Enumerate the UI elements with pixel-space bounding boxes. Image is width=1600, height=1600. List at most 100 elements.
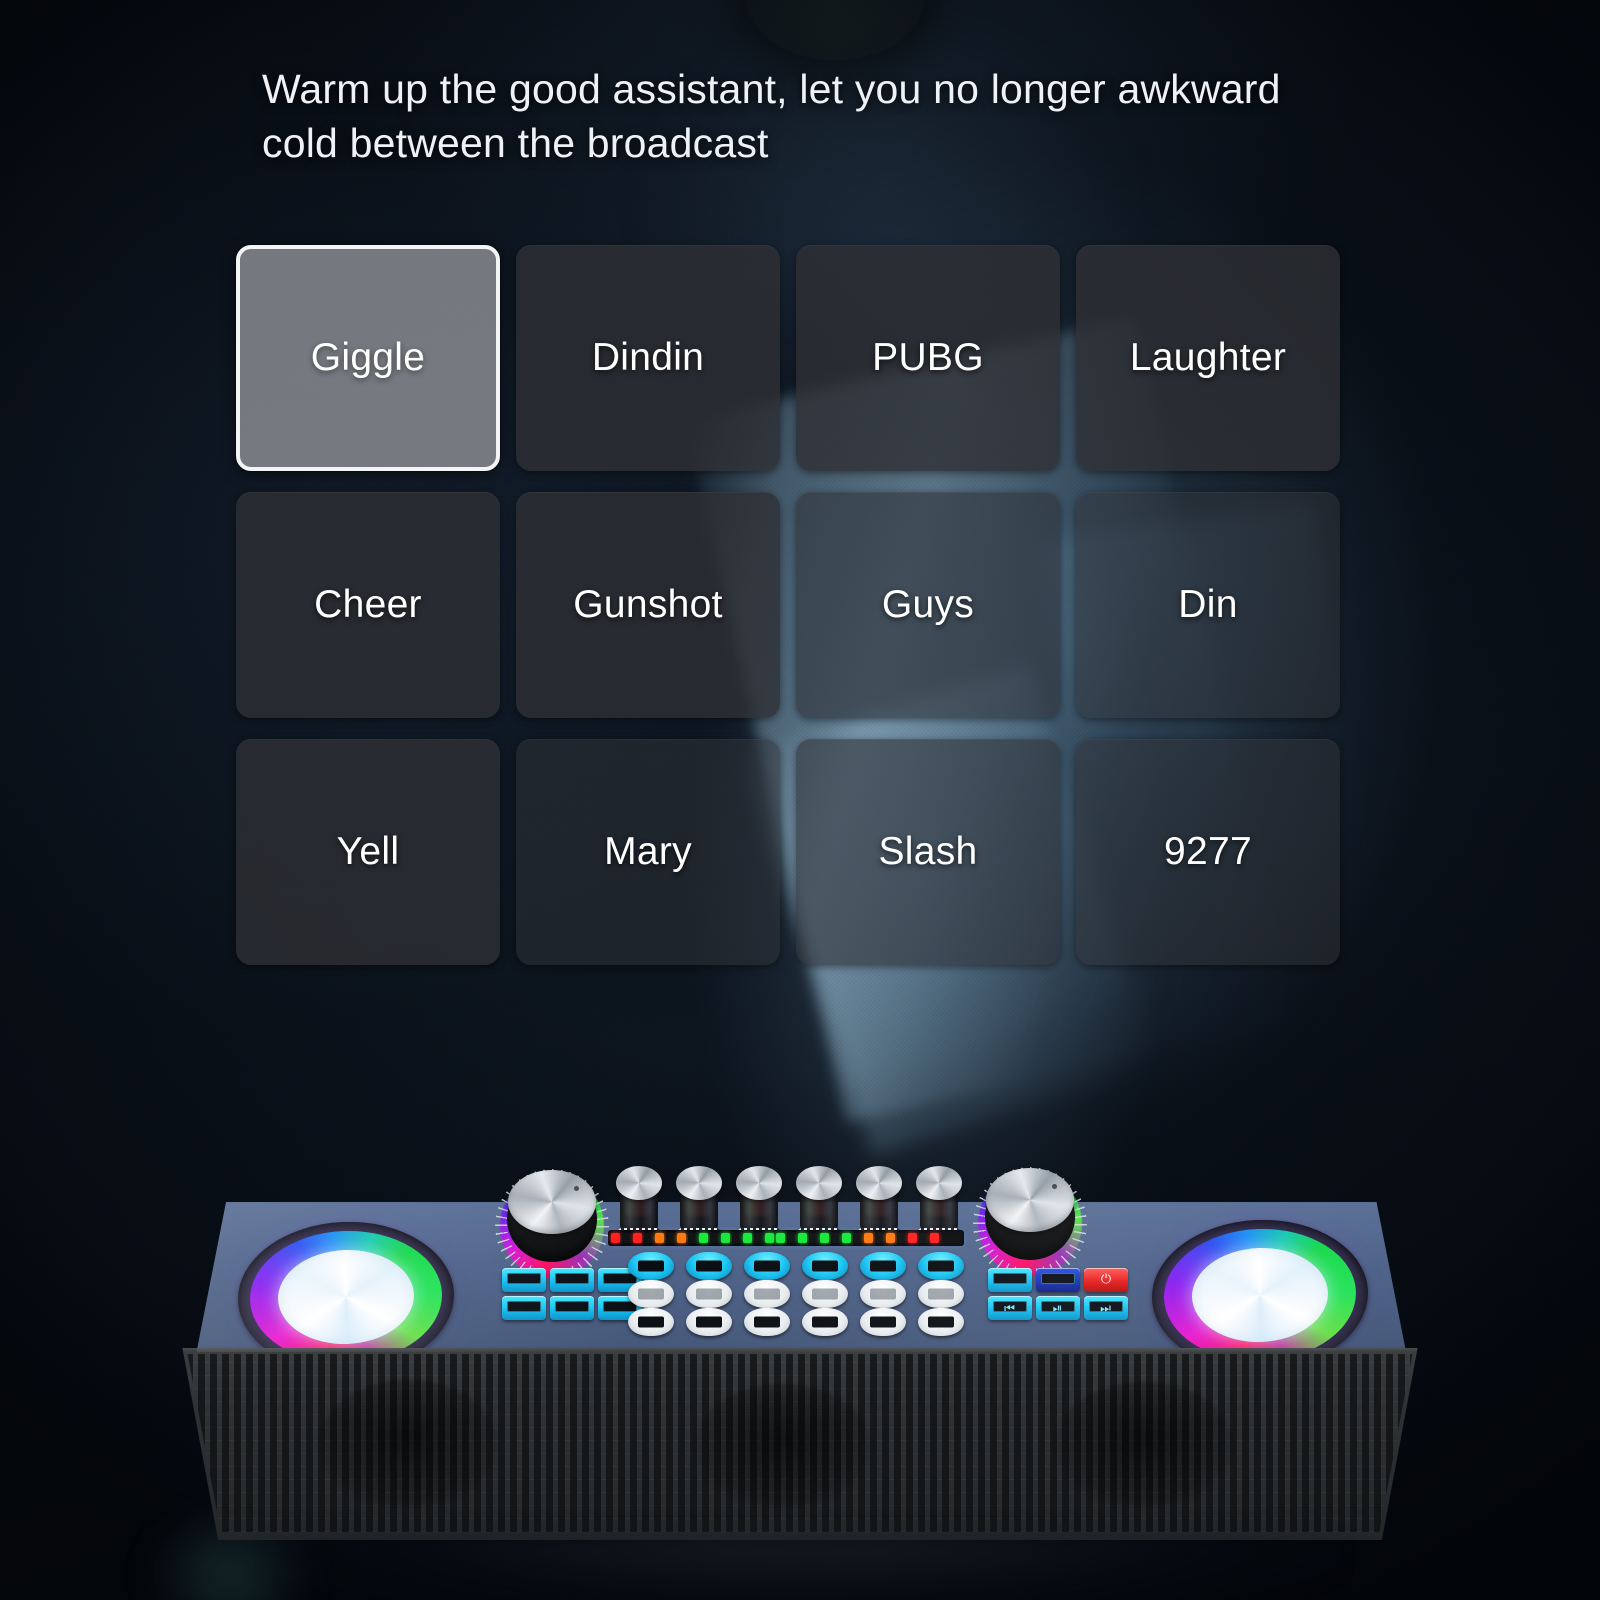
round-sound-button-r3-c5[interactable] <box>860 1308 906 1336</box>
led-segment <box>644 1233 653 1243</box>
sound-pad-laughter[interactable]: Laughter <box>1076 245 1340 471</box>
grille-cone-right <box>1055 1382 1233 1508</box>
sound-pad-mary[interactable]: Mary <box>516 739 780 965</box>
round-button-label <box>754 1316 780 1328</box>
effect-button-4[interactable] <box>502 1296 546 1320</box>
round-sound-button-r1-c6[interactable] <box>918 1252 964 1280</box>
mode-button[interactable] <box>988 1268 1032 1292</box>
prev-track-icon: ⏮ <box>1004 1300 1016 1315</box>
round-button-label <box>870 1288 896 1300</box>
volume-knob-right[interactable] <box>973 1167 1087 1281</box>
sound-pad-grid: Giggle Dindin PUBG Laughter Cheer Gunshot Guys… <box>236 245 1340 965</box>
led-segment <box>875 1233 884 1243</box>
sound-effect-round-buttons <box>628 1252 970 1336</box>
led-segment <box>677 1233 686 1243</box>
round-sound-button-r3-c4[interactable] <box>802 1308 848 1336</box>
round-button-label <box>928 1260 954 1272</box>
led-segment <box>930 1233 939 1243</box>
sound-pad-label: Yell <box>336 830 400 873</box>
eq-knob-cap <box>676 1166 722 1200</box>
eq-knob-4[interactable] <box>796 1166 842 1242</box>
round-button-label <box>812 1288 838 1300</box>
knob-cap-left <box>508 1170 596 1234</box>
round-sound-button-r1-c5[interactable] <box>860 1252 906 1280</box>
eq-knob-cap <box>916 1166 962 1200</box>
sound-pad-pubg[interactable]: PUBG <box>796 245 1060 471</box>
round-button-label <box>754 1288 780 1300</box>
round-sound-button-r3-c3[interactable] <box>744 1308 790 1336</box>
eq-knob-cap <box>796 1166 842 1200</box>
led-segment <box>798 1233 807 1243</box>
round-sound-button-r2-c1[interactable] <box>628 1280 674 1308</box>
sound-pad-slash[interactable]: Slash <box>796 739 1060 965</box>
led-level-meter <box>608 1230 964 1246</box>
eq-knob-1[interactable] <box>616 1166 662 1242</box>
round-sound-button-r1-c4[interactable] <box>802 1252 848 1280</box>
round-button-label <box>812 1316 838 1328</box>
power-button[interactable] <box>1084 1268 1128 1292</box>
led-segment <box>633 1233 642 1243</box>
led-segment <box>611 1233 620 1243</box>
sound-pad-label: Cheer <box>314 583 422 626</box>
led-segment <box>743 1233 752 1243</box>
round-sound-button-r2-c6[interactable] <box>918 1280 964 1308</box>
round-sound-button-r2-c5[interactable] <box>860 1280 906 1308</box>
knob-indicator-dot-right <box>1052 1184 1057 1189</box>
sound-pad-gunshot[interactable]: Gunshot <box>516 492 780 718</box>
effect-button-2[interactable] <box>550 1268 594 1292</box>
bluetooth-button[interactable] <box>1036 1268 1080 1292</box>
sound-pad-guys[interactable]: Guys <box>796 492 1060 718</box>
sound-pad-label: Din <box>1178 583 1238 626</box>
led-segment <box>853 1233 862 1243</box>
round-sound-button-r3-c1[interactable] <box>628 1308 674 1336</box>
effect-button-5[interactable] <box>550 1296 594 1320</box>
led-segment <box>776 1233 785 1243</box>
effect-button-1[interactable] <box>502 1268 546 1292</box>
led-segment <box>666 1233 675 1243</box>
live-sound-card-device: ⏮ ⏯ ⏭ <box>140 1166 1450 1600</box>
eq-knob-5[interactable] <box>856 1166 902 1242</box>
prev-track-button[interactable]: ⏮ <box>988 1296 1032 1320</box>
sound-pad-label: Dindin <box>591 336 705 379</box>
eq-knob-cap <box>616 1166 662 1200</box>
sound-pad-giggle[interactable]: Giggle <box>236 245 500 471</box>
round-sound-button-r3-c2[interactable] <box>686 1308 732 1336</box>
device-drop-shadow <box>270 1536 1340 1600</box>
sound-pad-label: 9277 <box>1164 830 1252 873</box>
sound-pad-label: Guys <box>881 583 975 626</box>
round-sound-button-r3-c6[interactable] <box>918 1308 964 1336</box>
sound-pad-label: PUBG <box>872 336 984 379</box>
led-segment <box>864 1233 873 1243</box>
sound-pad-cheer[interactable]: Cheer <box>236 492 500 718</box>
knob-cap-right <box>986 1168 1074 1232</box>
next-track-button[interactable]: ⏭ <box>1084 1296 1128 1320</box>
sound-pad-9277[interactable]: 9277 <box>1076 739 1340 965</box>
knob-indicator-dot-left <box>574 1186 579 1191</box>
round-sound-button-r1-c1[interactable] <box>628 1252 674 1280</box>
media-button-bank-right: ⏮ ⏯ ⏭ <box>988 1268 1128 1320</box>
led-segment <box>820 1233 829 1243</box>
round-sound-button-r2-c3[interactable] <box>744 1280 790 1308</box>
eq-knob-2[interactable] <box>676 1166 722 1242</box>
round-sound-button-r2-c2[interactable] <box>686 1280 732 1308</box>
effect-button-bank-left <box>502 1268 642 1320</box>
led-segment <box>919 1233 928 1243</box>
sound-pad-dindin[interactable]: Dindin <box>516 245 780 471</box>
sound-pad-yell[interactable]: Yell <box>236 739 500 965</box>
led-segment <box>809 1233 818 1243</box>
round-sound-button-r1-c2[interactable] <box>686 1252 732 1280</box>
round-sound-button-r2-c4[interactable] <box>802 1280 848 1308</box>
grille-cone-center <box>695 1384 871 1508</box>
round-button-label <box>754 1260 780 1272</box>
eq-knob-6[interactable] <box>916 1166 962 1242</box>
eq-knob-cap <box>736 1166 782 1200</box>
eq-knob-3[interactable] <box>736 1166 782 1242</box>
round-button-label <box>638 1316 664 1328</box>
sound-pad-din[interactable]: Din <box>1076 492 1340 718</box>
round-button-label <box>928 1316 954 1328</box>
round-button-label <box>696 1288 722 1300</box>
play-pause-button[interactable]: ⏯ <box>1036 1296 1080 1320</box>
sound-pad-label: Slash <box>878 830 978 873</box>
volume-knob-left[interactable] <box>495 1169 609 1283</box>
round-sound-button-r1-c3[interactable] <box>744 1252 790 1280</box>
